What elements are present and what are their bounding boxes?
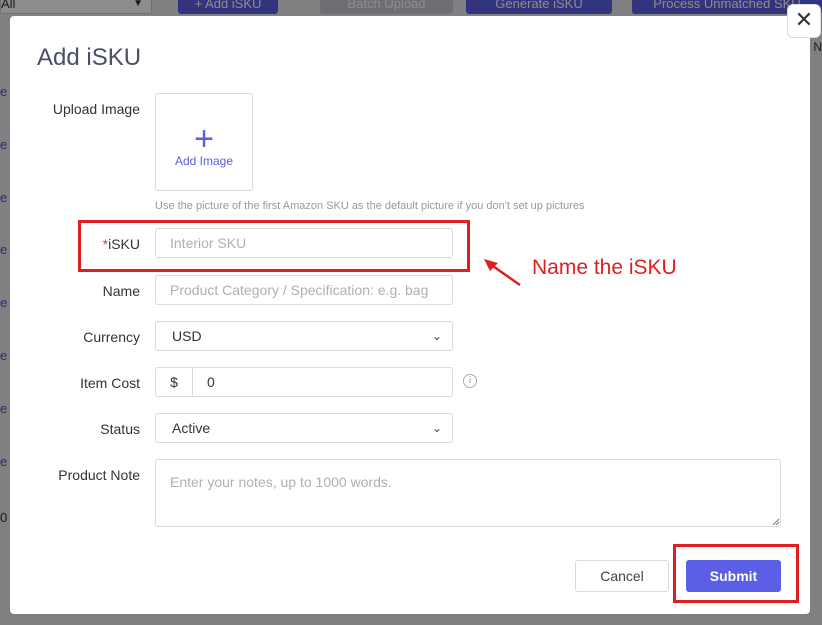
item-cost-input[interactable] xyxy=(192,367,453,397)
add-isku-dialog: Add iSKU ✕ Upload Image + Add Image Use … xyxy=(10,4,821,614)
add-image-button[interactable]: + Add Image xyxy=(155,93,253,191)
resize-handle-icon[interactable] xyxy=(772,518,780,526)
product-note-textarea[interactable] xyxy=(155,459,781,527)
status-select[interactable]: Active ⌄ xyxy=(155,413,453,443)
product-note-label: Product Note xyxy=(58,467,140,483)
info-icon[interactable]: i xyxy=(463,374,477,388)
currency-label: Currency xyxy=(83,329,140,345)
name-label: Name xyxy=(102,283,140,299)
name-input[interactable] xyxy=(155,275,453,305)
chevron-down-icon: ⌄ xyxy=(431,329,442,343)
item-cost-label: Item Cost xyxy=(80,375,140,391)
item-cost-group: $ xyxy=(155,367,453,397)
chevron-down-icon: ⌄ xyxy=(431,421,442,435)
annotation-arrow-icon xyxy=(484,259,521,287)
currency-select[interactable]: USD ⌄ xyxy=(155,321,453,351)
cancel-button[interactable]: Cancel xyxy=(575,560,669,592)
isku-highlight-box xyxy=(78,220,470,272)
annotation-text: Name the iSKU xyxy=(532,256,677,279)
status-value: Active xyxy=(172,420,211,436)
add-image-label: Add Image xyxy=(174,154,234,168)
currency-prefix: $ xyxy=(155,367,193,397)
close-icon[interactable]: ✕ xyxy=(787,4,821,38)
status-label: Status xyxy=(100,421,140,437)
submit-highlight-box xyxy=(673,544,799,603)
upload-image-label: Upload Image xyxy=(52,101,140,117)
currency-value: USD xyxy=(172,328,202,344)
dialog-title: Add iSKU xyxy=(37,44,142,71)
upload-hint: Use the picture of the first Amazon SKU … xyxy=(155,200,585,212)
plus-icon: + xyxy=(194,120,214,158)
